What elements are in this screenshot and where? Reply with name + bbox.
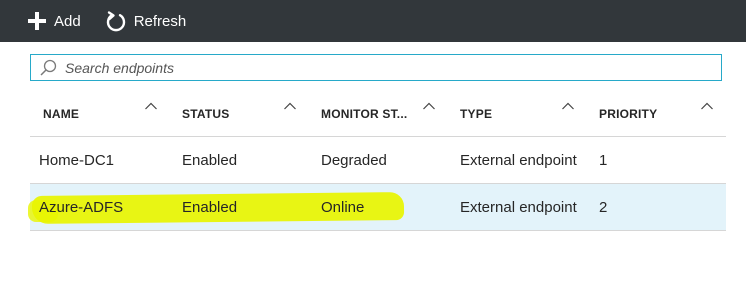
column-header-label: MONITOR ST... [321,107,408,121]
column-header-monitor-status[interactable]: MONITOR ST... [321,92,447,136]
cell-name: Azure-ADFS [39,184,123,230]
search-icon [40,59,57,76]
table-row-selected[interactable]: Azure-ADFS Enabled Online External endpo… [28,184,726,231]
row-monitor-text: Degraded [321,151,387,169]
column-header-label: TYPE [460,107,493,121]
row-type-text: External endpoint [460,151,577,169]
cell-type: External endpoint [460,137,577,183]
row-type-text: External endpoint [460,198,577,216]
cell-monitor-status: Degraded [321,137,387,183]
sort-chevron-up-icon [423,102,435,110]
sort-chevron-up-icon [145,102,157,110]
cell-name: Home-DC1 [39,137,114,183]
refresh-label: Refresh [133,12,187,30]
refresh-button[interactable]: Refresh [106,0,187,42]
column-header-priority[interactable]: PRIORITY [599,92,725,136]
column-header-status[interactable]: STATUS [182,92,308,136]
sort-chevron-up-icon [562,102,574,110]
cell-monitor-status: Online [321,184,364,230]
cell-priority: 1 [599,137,607,183]
row-status-text: Enabled [182,198,238,216]
cell-priority: 2 [599,184,607,230]
add-button[interactable]: Add [28,0,81,42]
row-priority-text: 1 [599,151,608,169]
column-header-label: STATUS [182,107,230,121]
row-priority-text: 2 [599,198,608,216]
table-header: NAME STATUS MONITOR ST... TYPE PRIORITY [30,92,726,137]
sort-chevron-up-icon [284,102,296,110]
row-status-text: Enabled [182,151,238,169]
sort-chevron-up-icon [701,102,713,110]
table-row[interactable]: Home-DC1 Enabled Degraded External endpo… [30,137,726,184]
row-name-text: Home-DC1 [39,151,115,169]
add-label: Add [54,12,81,30]
column-header-label: NAME [43,107,80,121]
cell-status: Enabled [182,184,237,230]
column-header-type[interactable]: TYPE [460,92,586,136]
cell-status: Enabled [182,137,237,183]
row-monitor-text: Online [321,198,365,216]
row-name-text: Azure-ADFS [39,198,124,216]
search-input[interactable] [65,59,665,76]
command-bar: Add Refresh [0,0,746,42]
column-header-label: PRIORITY [599,107,658,121]
cell-type: External endpoint [460,184,577,230]
refresh-icon [106,11,125,32]
search-box [30,54,722,81]
column-header-name[interactable]: NAME [43,92,169,136]
plus-icon [28,12,46,30]
